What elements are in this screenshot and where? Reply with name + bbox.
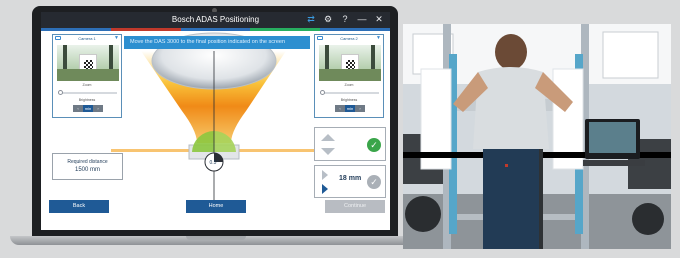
stepper-minus[interactable]: ‹ xyxy=(335,105,345,112)
chevron-down-icon[interactable]: ▼ xyxy=(114,35,119,41)
brightness-stepper[interactable]: ‹ min › xyxy=(73,105,103,112)
close-icon[interactable]: ✕ xyxy=(374,14,384,25)
required-distance-label: Required distance xyxy=(67,159,108,165)
chevron-down-icon[interactable]: ▼ xyxy=(376,35,381,41)
camera-panel-left: Camera 1 ▼ Zoom Brightness ‹ min › xyxy=(52,34,122,118)
zoom-label: Zoom xyxy=(82,83,92,87)
titlebar: Bosch ADAS Positioning ⇄ ⚙ ? — ✕ xyxy=(41,12,390,28)
required-distance-card: Required distance 1500 mm xyxy=(52,153,123,180)
camera-panel-right: Camera 2 ▼ Zoom Brightness ‹ min › xyxy=(314,34,384,118)
zoom-slider[interactable] xyxy=(58,90,117,95)
required-distance-value: 1500 mm xyxy=(74,167,100,173)
continue-button[interactable]: Continue xyxy=(325,200,385,213)
camera-feed xyxy=(319,45,381,81)
tolerance-green xyxy=(192,130,214,152)
back-button[interactable]: Back xyxy=(49,200,109,213)
stepper-minus[interactable]: ‹ xyxy=(73,105,83,112)
offset-adjust-box: 18 mm ✓ xyxy=(314,165,386,198)
brightness-label: Brightness xyxy=(340,98,358,102)
brightness-label: Brightness xyxy=(78,98,96,102)
vertical-adjust-box: ✓ xyxy=(314,127,386,161)
zoom-slider[interactable] xyxy=(320,90,379,95)
camera-feed xyxy=(57,45,119,81)
check-pending-icon: ✓ xyxy=(367,175,381,189)
offset-value: 18 mm xyxy=(339,175,362,182)
stepper-value: min xyxy=(83,105,93,112)
stepper-value: min xyxy=(345,105,355,112)
camera-title: Camera 2 xyxy=(340,36,358,41)
network-icon[interactable]: ⇄ xyxy=(306,14,316,25)
zoom-label: Zoom xyxy=(344,83,354,87)
slider-knob[interactable] xyxy=(58,90,63,95)
app-window: Bosch ADAS Positioning ⇄ ⚙ ? — ✕ 0.5° Mo… xyxy=(41,12,390,230)
laptop-notch xyxy=(186,236,246,240)
minimize-icon[interactable]: — xyxy=(357,14,367,25)
arrow-right-active-icon[interactable] xyxy=(322,184,328,194)
camera-floor xyxy=(319,69,381,81)
instruction-banner: Move the DAS 3000 to the final position … xyxy=(124,36,310,49)
help-icon[interactable]: ? xyxy=(340,14,350,25)
main-content: 0.5° Move the DAS 3000 to the final posi… xyxy=(41,31,390,230)
workshop-photo xyxy=(403,24,671,249)
tolerance-green-2 xyxy=(214,131,236,152)
check-ok-icon: ✓ xyxy=(367,138,381,152)
workshop-photo-illustration xyxy=(403,24,671,249)
home-button[interactable]: Home xyxy=(186,200,246,213)
angle-readout: 0.5° xyxy=(210,160,219,166)
stepper-plus[interactable]: › xyxy=(93,105,103,112)
arrow-right-icon[interactable] xyxy=(322,170,328,180)
gear-icon[interactable]: ⚙ xyxy=(323,14,333,25)
camera-floor xyxy=(57,69,119,81)
brightness-stepper[interactable]: ‹ min › xyxy=(335,105,365,112)
stepper-plus[interactable]: › xyxy=(355,105,365,112)
slider-knob[interactable] xyxy=(320,90,325,95)
arrow-up-icon[interactable] xyxy=(321,134,335,141)
camera-title: Camera 1 xyxy=(78,36,96,41)
arrow-down-icon[interactable] xyxy=(321,148,335,155)
